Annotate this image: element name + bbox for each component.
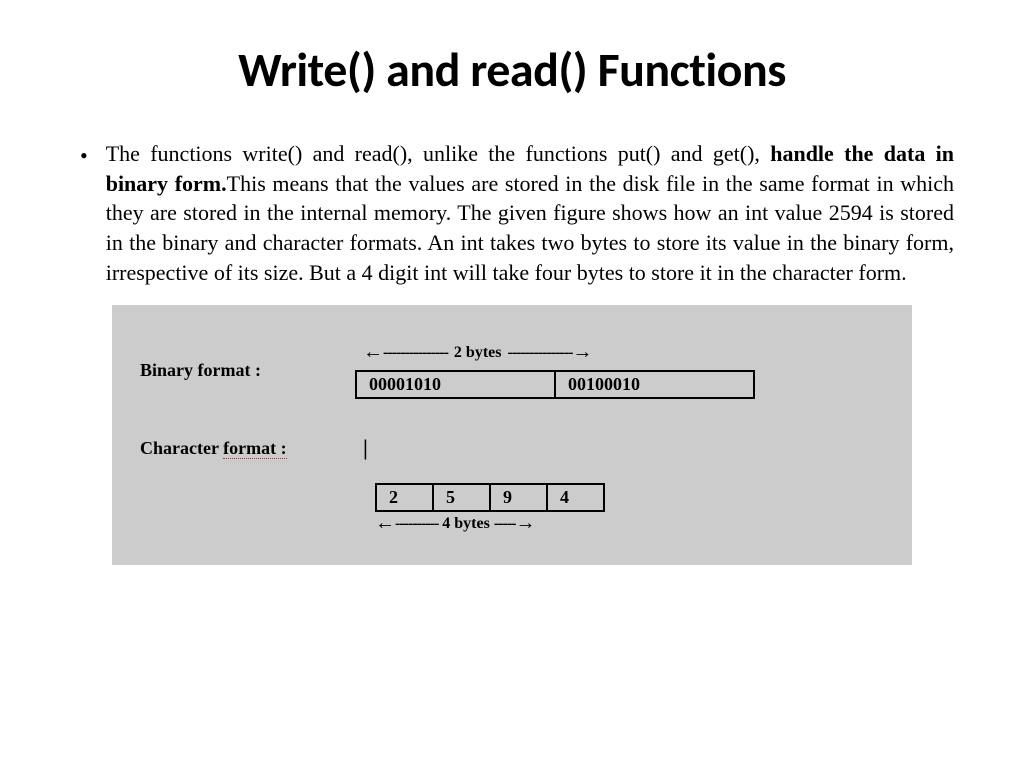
character-format-content: |	[355, 435, 884, 461]
binary-byte-cell: 00100010	[556, 372, 753, 397]
bullet-dot: •	[80, 141, 88, 171]
text-cursor-icon: |	[363, 435, 368, 461]
char-byte-cell: 9	[491, 485, 548, 510]
slide-title: Write() and read() Functions	[60, 40, 964, 99]
binary-format-row: Binary format : ← --------------- 2 byte…	[140, 341, 884, 399]
arrow-right-icon: →	[515, 512, 535, 535]
char-byte-cell: 4	[548, 485, 603, 510]
character-format-label: Character format :	[140, 438, 355, 459]
bullet-text: The functions write() and read(), unlike…	[106, 139, 954, 287]
dashes: ---------------	[507, 344, 572, 362]
binary-byte-cell: 00001010	[357, 372, 556, 397]
binary-bytes-arrow: ← --------------- 2 bytes --------------…	[363, 341, 592, 364]
binary-format-label: Binary format :	[140, 360, 355, 381]
dashes: ---------------	[383, 344, 448, 362]
character-bytes-box: 2 5 9 4	[375, 483, 605, 512]
arrow-left-icon: ←	[363, 341, 383, 364]
bullet-text-start: The functions write() and read(), unlike…	[106, 141, 771, 166]
char-byte-cell: 5	[434, 485, 491, 510]
character-format-row: Character format : |	[140, 435, 884, 461]
arrow-right-icon: →	[572, 341, 592, 364]
binary-bytes-box: 00001010 00100010	[355, 370, 755, 399]
dashes: ----------	[395, 515, 438, 533]
arrow-left-icon: ←	[375, 512, 395, 535]
bullet-text-end: This means that the values are stored in…	[106, 171, 954, 285]
dashes: -----	[494, 515, 516, 533]
char-label-underlined: format :	[223, 438, 286, 459]
figure-panel: Binary format : ← --------------- 2 byte…	[112, 305, 912, 565]
char-byte-cell: 2	[377, 485, 434, 510]
binary-bytes-text: 2 bytes	[448, 344, 508, 362]
character-bytes-arrow: ← ---------- 4 bytes ----- →	[375, 512, 884, 535]
char-bytes-text: 4 bytes	[438, 515, 494, 533]
character-bytes-area: 2 5 9 4 ← ---------- 4 bytes ----- →	[365, 483, 884, 535]
slide: Write() and read() Functions • The funct…	[0, 0, 1024, 768]
binary-format-content: ← --------------- 2 bytes --------------…	[355, 341, 884, 399]
char-label-plain: Character	[140, 438, 223, 458]
bullet-item: • The functions write() and read(), unli…	[60, 139, 964, 287]
